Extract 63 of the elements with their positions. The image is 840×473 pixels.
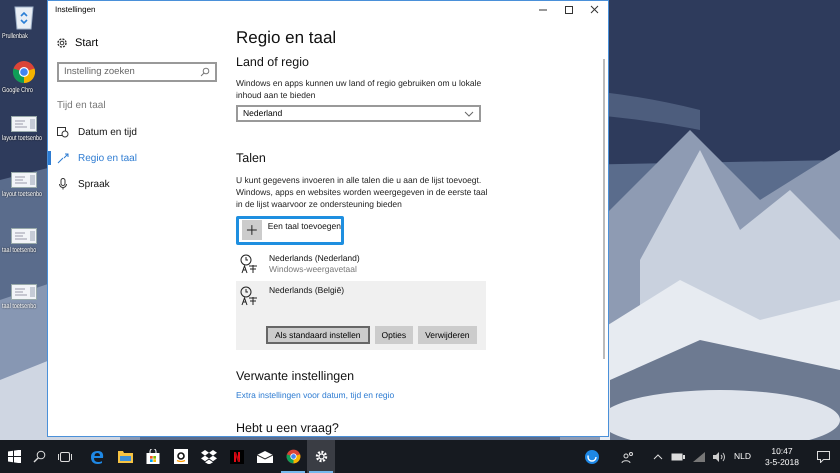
clock[interactable]: 10:47 3-5-2018 xyxy=(764,446,799,468)
sidebar-item[interactable]: Start xyxy=(48,30,226,56)
windows-logo-icon xyxy=(8,450,21,463)
amazon-app-icon xyxy=(174,449,188,464)
microphone-icon xyxy=(57,178,69,190)
gear-icon xyxy=(314,450,328,463)
section-heading: Talen xyxy=(236,150,267,166)
edge-icon xyxy=(90,450,104,464)
section-heading: Verwante instellingen xyxy=(236,368,356,384)
gear-icon xyxy=(56,37,68,49)
language-item[interactable]: Nederlands (België) Als standaard instellen Opties Verwijderen xyxy=(236,281,486,350)
document-thumbnail-icon[interactable] xyxy=(11,116,37,132)
battery-icon[interactable] xyxy=(670,452,685,460)
clock-date: 3-5-2018 xyxy=(764,456,799,468)
search-icon xyxy=(200,67,210,77)
add-language-button[interactable]: Een taal toevoegen xyxy=(239,219,341,242)
notification-icon[interactable] xyxy=(817,450,830,462)
search-icon xyxy=(33,450,46,463)
window-title: Instellingen xyxy=(55,4,96,16)
envelope-icon xyxy=(257,450,273,462)
language-action-button[interactable]: Verwijderen xyxy=(418,326,477,344)
section-label: Tijd en taal xyxy=(57,99,107,113)
scrollbar[interactable] xyxy=(603,59,605,359)
language-item[interactable]: Nederlands (Nederland) Windows-weergavetaal xyxy=(236,249,486,280)
section-heading: Land of regio xyxy=(236,54,310,70)
people-icon[interactable] xyxy=(620,450,635,462)
calendar-clock-icon xyxy=(57,126,69,138)
sidebar-item[interactable]: Datum en tijd xyxy=(48,119,226,145)
language-name: Nederlands (Nederland) xyxy=(269,253,360,264)
language-name: Nederlands (België) xyxy=(269,285,344,296)
document-thumbnail-icon[interactable] xyxy=(11,228,37,244)
sidebar-item[interactable]: Regio en taal xyxy=(48,145,226,171)
settings-link[interactable]: Extra instellingen voor datum, tijd en regio xyxy=(236,389,394,402)
search-field[interactable]: Instelling zoeken xyxy=(57,62,217,82)
sidebar-item[interactable]: Spraak xyxy=(48,171,226,197)
description-text: Windows en apps kunnen uw land of regio gebruiken om u lokale inhoud aan te bieden xyxy=(236,77,482,101)
volume-icon[interactable] xyxy=(712,452,726,462)
chevron-down-icon xyxy=(464,110,474,117)
language-subtitle: Windows-weergavetaal xyxy=(269,264,358,276)
shopping-bag-icon xyxy=(146,449,160,464)
search-input[interactable]: Instelling zoeken xyxy=(64,64,200,80)
netflix-app-icon xyxy=(230,450,244,464)
taskbar-button[interactable] xyxy=(307,440,335,473)
recycle-bin-icon[interactable] xyxy=(13,4,35,30)
task-view-icon xyxy=(58,450,72,462)
page-title: Regio en taal xyxy=(236,27,338,49)
dropbox-icon xyxy=(201,450,217,464)
language-icon xyxy=(239,254,259,274)
plus-icon xyxy=(242,220,262,240)
language-action-button[interactable]: Als standaard instellen xyxy=(266,326,370,344)
chrome-icon[interactable] xyxy=(12,60,36,84)
language-action-button[interactable]: Opties xyxy=(374,326,414,344)
folder-icon xyxy=(118,450,132,463)
caret-up-icon[interactable] xyxy=(652,454,663,460)
chrome-icon xyxy=(286,449,300,464)
input-language-indicator[interactable]: NLD xyxy=(734,450,751,463)
clock-time: 10:47 xyxy=(771,446,793,456)
document-thumbnail-icon[interactable] xyxy=(11,172,37,188)
description-text: U kunt gegevens invoeren in alle talen die u aan de lijst toevoegt. Windows, apps en websites worden weergegeven in de eerste taal in de lijst waarvoor ze ondersteuning bieden xyxy=(236,174,488,210)
document-thumbnail-icon[interactable] xyxy=(11,284,37,300)
language-icon xyxy=(239,286,259,306)
section-heading: Hebt u een vraag? xyxy=(236,420,340,436)
region-dropdown[interactable]: Nederland xyxy=(236,105,481,122)
